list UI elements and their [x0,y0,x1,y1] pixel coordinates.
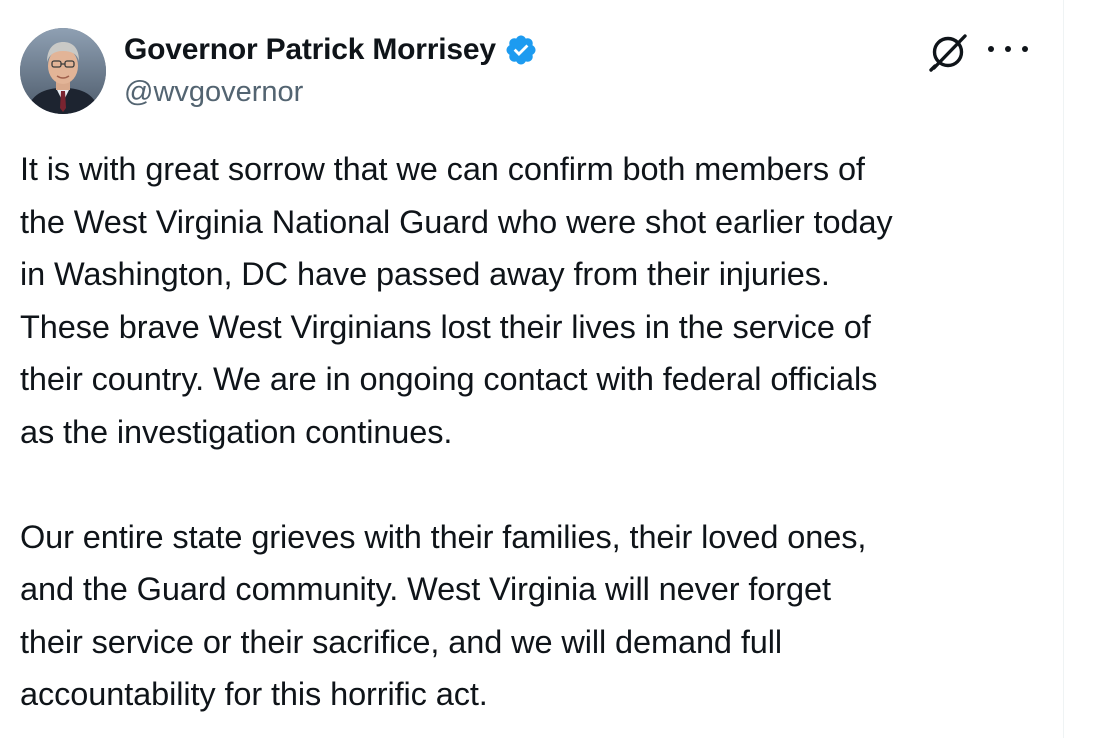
grok-icon[interactable] [927,30,971,74]
tweet-line: It is with great sorrow that we can conf… [20,151,865,187]
tweet-line: as the investigation continues. [20,413,453,450]
tweet-line: their country. We are in ongoing contact… [20,361,878,397]
more-dot [1022,46,1028,52]
tweet-text: It is with great sorrow that we can conf… [20,143,1030,721]
verified-badge-icon[interactable] [504,33,538,67]
tweet: Governor Patrick Morrisey @wvgovernor It… [20,0,1040,738]
tweet-line: their service or their sacrifice, and we… [20,623,782,660]
more-dot [1005,46,1011,52]
more-dot [988,46,994,52]
author-display-name[interactable]: Governor Patrick Morrisey [124,33,496,67]
tweet-line: These brave West Virginians lost their l… [20,308,871,345]
more-options-icon[interactable] [988,34,1028,64]
tweet-line: the West Virginia National Guard who wer… [20,203,893,240]
column-divider [1063,0,1064,738]
tweet-line: Our entire state grieves with their fami… [20,518,867,555]
tweet-paragraph-1: It is with great sorrow that we can conf… [20,143,1030,458]
tweet-line: accountability for this horrific act. [20,676,488,712]
author-name-row: Governor Patrick Morrisey [124,30,538,70]
tweet-line: and the Guard community. West Virginia w… [20,571,831,607]
tweet-paragraph-2: Our entire state grieves with their fami… [20,511,1030,721]
author-handle[interactable]: @wvgovernor [124,76,303,109]
tweet-line: in Washington, DC have passed away from … [20,256,830,292]
avatar[interactable] [20,28,106,114]
avatar-image [20,28,106,114]
